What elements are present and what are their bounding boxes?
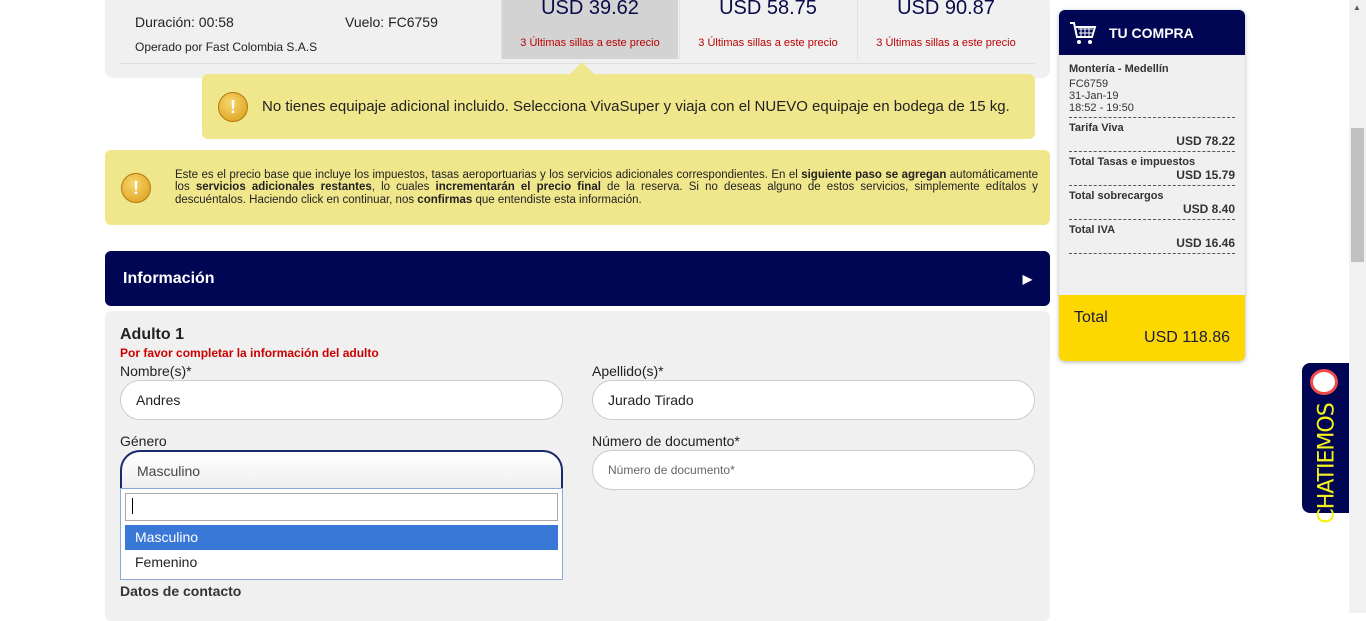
total-box: Total USD 118.86 [1059, 295, 1245, 361]
duration: Duración: 00:58 [135, 14, 234, 30]
dropdown-search-input[interactable] [125, 493, 558, 521]
scrollbar[interactable] [1349, 0, 1366, 613]
name-input[interactable]: Andres [120, 380, 563, 420]
expand-arrow-icon: ▶ [1022, 271, 1032, 286]
adult-title: Adulto 1 [120, 326, 184, 343]
surname-input[interactable]: Jurado Tirado [592, 380, 1035, 420]
option-masculino[interactable]: Masculino [125, 525, 558, 550]
baggage-tooltip: ! No tienes equipaje adicional incluido.… [202, 74, 1035, 139]
flight-number: Vuelo: FC6759 [345, 14, 438, 30]
form-warning: Por favor completar la información del a… [120, 346, 379, 360]
information-section-header[interactable]: Información ▶ [105, 251, 1050, 306]
gender-select[interactable]: Masculino [120, 450, 563, 490]
option-femenino[interactable]: Femenino [125, 550, 558, 575]
fare-option-3[interactable]: USD 90.87 3 Últimas sillas a este precio [857, 0, 1034, 59]
scroll-up-icon[interactable]: ▲ [1353, 3, 1361, 12]
cart-item: Total Tasas e impuestos USD 15.79 [1069, 151, 1235, 185]
gender-label: Género [120, 433, 167, 449]
contact-heading: Datos de contacto [120, 583, 242, 599]
surname-label: Apellido(s)* [592, 363, 664, 379]
scrollbar-thumb[interactable] [1351, 128, 1364, 262]
warning-icon: ! [121, 172, 151, 203]
operator: Operado por Fast Colombia S.A.S [135, 40, 318, 54]
fare-option-1[interactable]: USD 39.62 3 Últimas sillas a este precio [501, 0, 678, 59]
purchase-summary: TU COMPRA Montería - Medellín FC6759 31-… [1059, 10, 1245, 361]
cart-icon [1070, 21, 1097, 44]
cart-item: Total IVA USD 16.46 [1069, 219, 1235, 253]
tooltip-arrow [570, 62, 594, 74]
chat-bubble-icon [1310, 369, 1338, 395]
document-label: Número de documento* [592, 433, 740, 449]
document-input[interactable]: Número de documento* [592, 450, 1035, 490]
cart-item: Total sobrecargos USD 8.40 [1069, 185, 1235, 219]
fare-option-2[interactable]: USD 58.75 3 Últimas sillas a este precio [679, 0, 856, 59]
warning-icon: ! [218, 91, 248, 122]
gender-dropdown: Masculino Femenino [120, 488, 563, 580]
name-label: Nombre(s)* [120, 363, 192, 379]
price-notice: ! Este es el precio base que incluye los… [105, 150, 1050, 225]
cart-item: Tarifa Viva USD 78.22 [1069, 117, 1235, 151]
chat-button[interactable]: CHATIEMOS [1302, 363, 1349, 524]
